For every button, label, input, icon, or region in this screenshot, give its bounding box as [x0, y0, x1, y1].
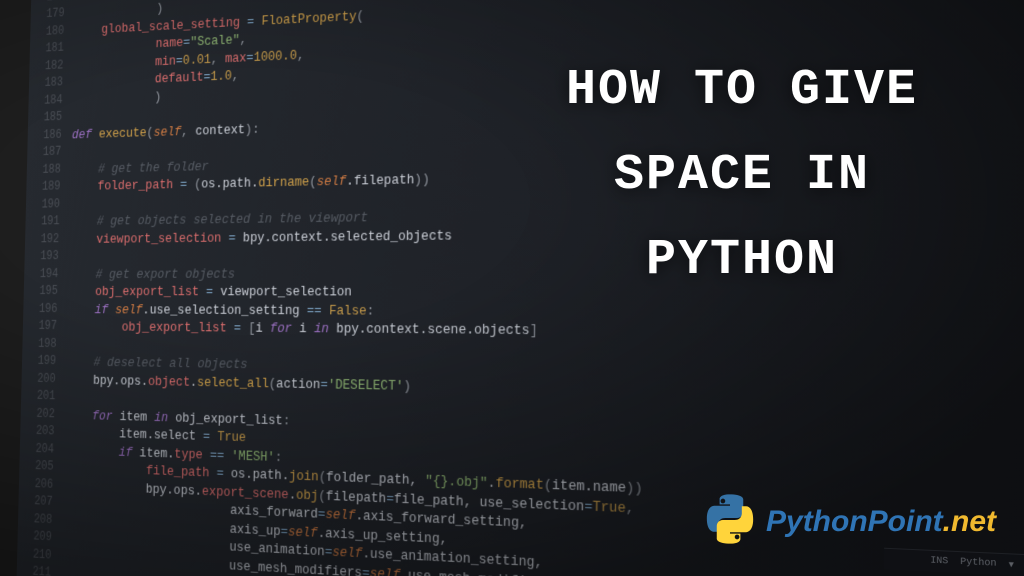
- line-number: 183: [29, 74, 63, 93]
- chevron-down-icon: ▾: [1009, 559, 1014, 571]
- line-number: 195: [24, 283, 58, 300]
- line-number: 210: [17, 545, 52, 564]
- line-number: 196: [23, 300, 57, 318]
- brand-text-suffix: .net: [943, 505, 996, 538]
- line-number: 186: [28, 126, 62, 144]
- line-number: 207: [18, 492, 53, 511]
- line-number: 211: [17, 563, 52, 576]
- line-number: 181: [30, 40, 64, 59]
- line-number: 199: [22, 353, 56, 371]
- line-number: 200: [21, 370, 56, 388]
- brand-text: PythonPoint.net: [766, 505, 996, 539]
- line-number: 184: [28, 92, 62, 111]
- line-number: 206: [19, 475, 54, 494]
- line-number: 180: [30, 22, 64, 41]
- line-number: 182: [29, 57, 63, 76]
- python-logo-icon: [704, 493, 756, 550]
- line-number: 185: [28, 109, 62, 127]
- line-number: 197: [23, 318, 57, 336]
- headline-text: HOW TO GIVE SPACE IN PYTHON: [522, 48, 962, 303]
- line-number: 191: [25, 213, 59, 231]
- line-number: 203: [20, 422, 55, 441]
- status-ins: INS: [930, 556, 948, 568]
- line-number: 194: [24, 266, 58, 284]
- line-number: 208: [18, 510, 53, 529]
- line-number: 201: [21, 387, 56, 405]
- line-number: 190: [26, 196, 60, 214]
- line-number: 189: [26, 178, 60, 196]
- line-number: 204: [20, 440, 55, 459]
- status-lang: Python: [960, 557, 996, 570]
- line-number: 205: [19, 457, 54, 476]
- line-number: 198: [22, 335, 56, 353]
- brand-logo: PythonPoint.net: [704, 493, 996, 550]
- line-number: 193: [24, 248, 58, 266]
- line-number: 179: [31, 5, 65, 24]
- brand-text-main: PythonPoint: [766, 505, 943, 538]
- line-number: 202: [21, 405, 56, 423]
- line-number: 209: [17, 528, 52, 547]
- line-number: 188: [27, 161, 61, 179]
- line-number: 192: [25, 231, 59, 249]
- line-number: 187: [27, 144, 61, 162]
